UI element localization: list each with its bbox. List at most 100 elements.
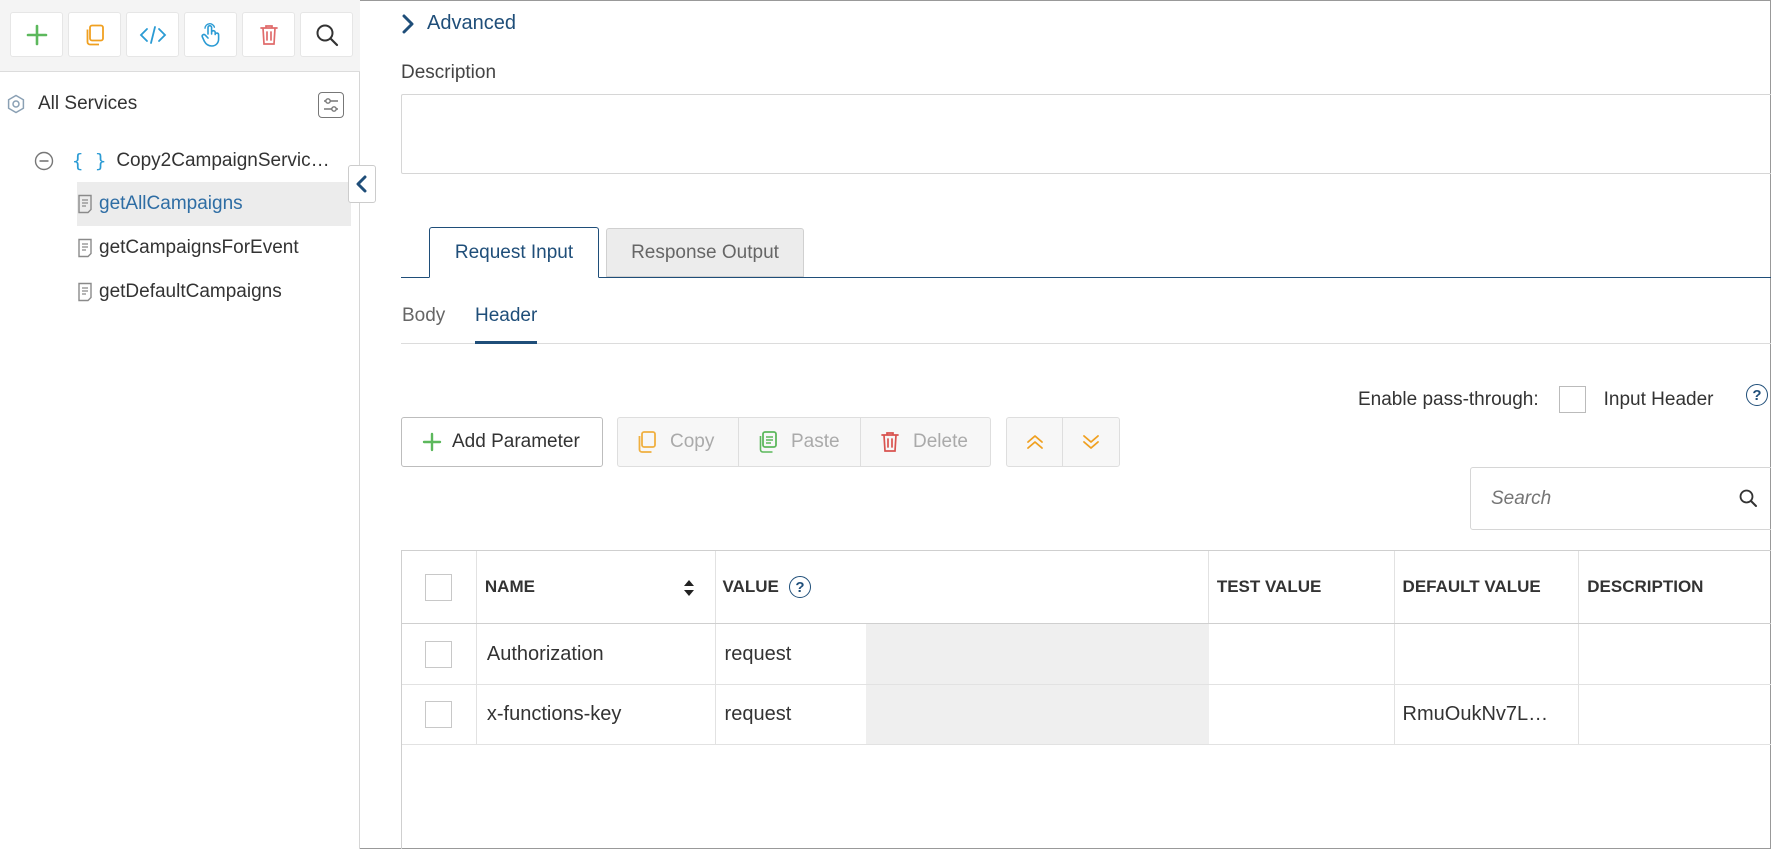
subtabs-divider	[401, 343, 1771, 344]
search-icon	[316, 24, 338, 46]
copy-icon	[86, 24, 104, 45]
test-value-cell[interactable]	[1209, 624, 1395, 684]
row-select-cell	[402, 685, 477, 744]
double-chevron-up-icon	[1026, 435, 1043, 449]
pass-through-row: Enable pass-through: Input Header	[1358, 386, 1713, 413]
all-services-label: All Services	[38, 93, 138, 114]
search-services-button[interactable]	[300, 12, 353, 57]
parameter-search-box	[1470, 467, 1771, 530]
chevron-left-icon	[356, 175, 367, 193]
column-header-name[interactable]: NAME	[477, 551, 716, 623]
sliders-icon	[324, 98, 338, 112]
row-checkbox[interactable]	[425, 640, 453, 668]
description-label: Description	[401, 62, 497, 83]
operation-item-getallcampaigns[interactable]: getAllCampaigns	[77, 182, 351, 226]
table-row[interactable]: x-functions-key request RmuOukNv7L…	[402, 685, 1771, 745]
default-value-cell[interactable]	[1395, 624, 1580, 684]
test-value-cell[interactable]	[1209, 685, 1395, 744]
default-value-cell[interactable]: RmuOukNv7L…	[1395, 685, 1580, 744]
param-value-cell[interactable]: request	[716, 624, 1209, 684]
description-field[interactable]	[401, 94, 1771, 174]
value-expression-area	[865, 685, 1209, 744]
input-header-label: Input Header	[1603, 388, 1714, 410]
search-input[interactable]	[1491, 487, 1731, 510]
service-name: Copy2CampaignServic…	[116, 150, 330, 171]
delete-label: Delete	[913, 431, 968, 452]
operation-label: getDefaultCampaigns	[99, 281, 282, 302]
select-all-checkbox[interactable]	[425, 573, 453, 601]
param-value-cell[interactable]: request	[716, 685, 1209, 744]
collapse-minus-icon[interactable]	[34, 151, 54, 171]
param-value-text: request	[724, 703, 792, 725]
add-parameter-label: Add Parameter	[452, 431, 580, 452]
param-name-cell[interactable]: x-functions-key	[477, 685, 716, 744]
delete-service-button[interactable]	[242, 12, 295, 57]
document-icon	[78, 282, 92, 302]
copy-service-button[interactable]	[68, 12, 121, 57]
service-braces-icon: { }	[72, 150, 107, 172]
column-value-label: VALUE	[722, 577, 779, 596]
sidebar-toolbar	[0, 0, 360, 72]
operation-label: getCampaignsForEvent	[99, 237, 299, 258]
input-header-checkbox[interactable]	[1558, 386, 1586, 413]
paste-icon	[759, 431, 777, 453]
tab-response-output[interactable]: Response Output	[606, 228, 804, 277]
trash-icon	[881, 432, 899, 452]
parameters-table: NAME VALUE ? TEST VALUE DEFAULT VALUE DE…	[401, 550, 1771, 849]
code-view-button[interactable]	[126, 12, 179, 57]
value-help-icon[interactable]: ?	[788, 576, 811, 598]
add-service-button[interactable]	[10, 12, 63, 57]
subtab-body[interactable]: Body	[402, 305, 445, 327]
copy-button[interactable]: Copy	[618, 418, 739, 466]
service-node[interactable]: { } Copy2CampaignServic…	[34, 148, 334, 174]
search-icon[interactable]	[1738, 488, 1758, 508]
select-all-cell	[402, 551, 477, 623]
main-panel: Advanced Description Request Input Respo…	[361, 0, 1771, 849]
filter-settings-button[interactable]	[318, 92, 344, 118]
copy-icon	[638, 431, 656, 453]
advanced-section-toggle[interactable]: Advanced	[401, 12, 516, 35]
collapse-sidebar-button[interactable]	[348, 165, 376, 203]
table-header-row: NAME VALUE ? TEST VALUE DEFAULT VALUE DE…	[402, 551, 1771, 624]
sidebar: All Services { } Copy2CampaignServic… ge…	[0, 0, 360, 849]
chevron-right-icon	[402, 14, 414, 33]
paste-label: Paste	[791, 431, 840, 452]
row-checkbox[interactable]	[425, 701, 453, 728]
column-header-default-value: DEFAULT VALUE	[1395, 551, 1580, 623]
subtab-header[interactable]: Header	[475, 305, 537, 327]
edit-actions-group: Copy Paste Delete	[617, 417, 991, 467]
move-down-button[interactable]	[1063, 418, 1119, 466]
subtab-active-indicator	[475, 341, 537, 344]
column-header-value: VALUE ?	[716, 551, 1209, 623]
description-cell[interactable]	[1579, 624, 1771, 684]
operation-label: getAllCampaigns	[99, 193, 243, 214]
plus-icon	[26, 24, 47, 45]
code-icon	[139, 25, 166, 44]
advanced-label: Advanced	[427, 12, 516, 34]
move-up-button[interactable]	[1007, 418, 1064, 466]
tab-request-input[interactable]: Request Input	[429, 227, 599, 278]
tabs-divider	[401, 277, 1771, 278]
pass-through-help-icon[interactable]: ?	[1746, 384, 1768, 406]
all-services-node[interactable]: All Services	[6, 92, 137, 116]
touch-button[interactable]	[184, 12, 237, 57]
column-header-test-value: TEST VALUE	[1209, 551, 1395, 623]
operation-item-getdefaultcampaigns[interactable]: getDefaultCampaigns	[77, 270, 351, 314]
move-actions-group	[1006, 417, 1120, 467]
sort-icon[interactable]	[683, 579, 695, 597]
table-row[interactable]: Authorization request	[402, 624, 1771, 685]
operation-item-getcampaignsforevent[interactable]: getCampaignsForEvent	[77, 226, 351, 270]
copy-label: Copy	[670, 431, 715, 452]
param-value-text: request	[724, 642, 792, 665]
paste-button[interactable]: Paste	[739, 418, 861, 466]
plus-icon	[422, 432, 442, 452]
value-expression-area	[865, 624, 1209, 684]
document-icon	[78, 194, 92, 214]
add-parameter-button[interactable]: Add Parameter	[401, 417, 603, 467]
gear-icon	[7, 94, 25, 114]
double-chevron-down-icon	[1083, 435, 1099, 449]
param-name-cell[interactable]: Authorization	[477, 624, 716, 684]
column-header-description: DESCRIPTION	[1587, 577, 1704, 596]
delete-button[interactable]: Delete	[861, 418, 990, 466]
description-cell[interactable]	[1579, 685, 1771, 744]
